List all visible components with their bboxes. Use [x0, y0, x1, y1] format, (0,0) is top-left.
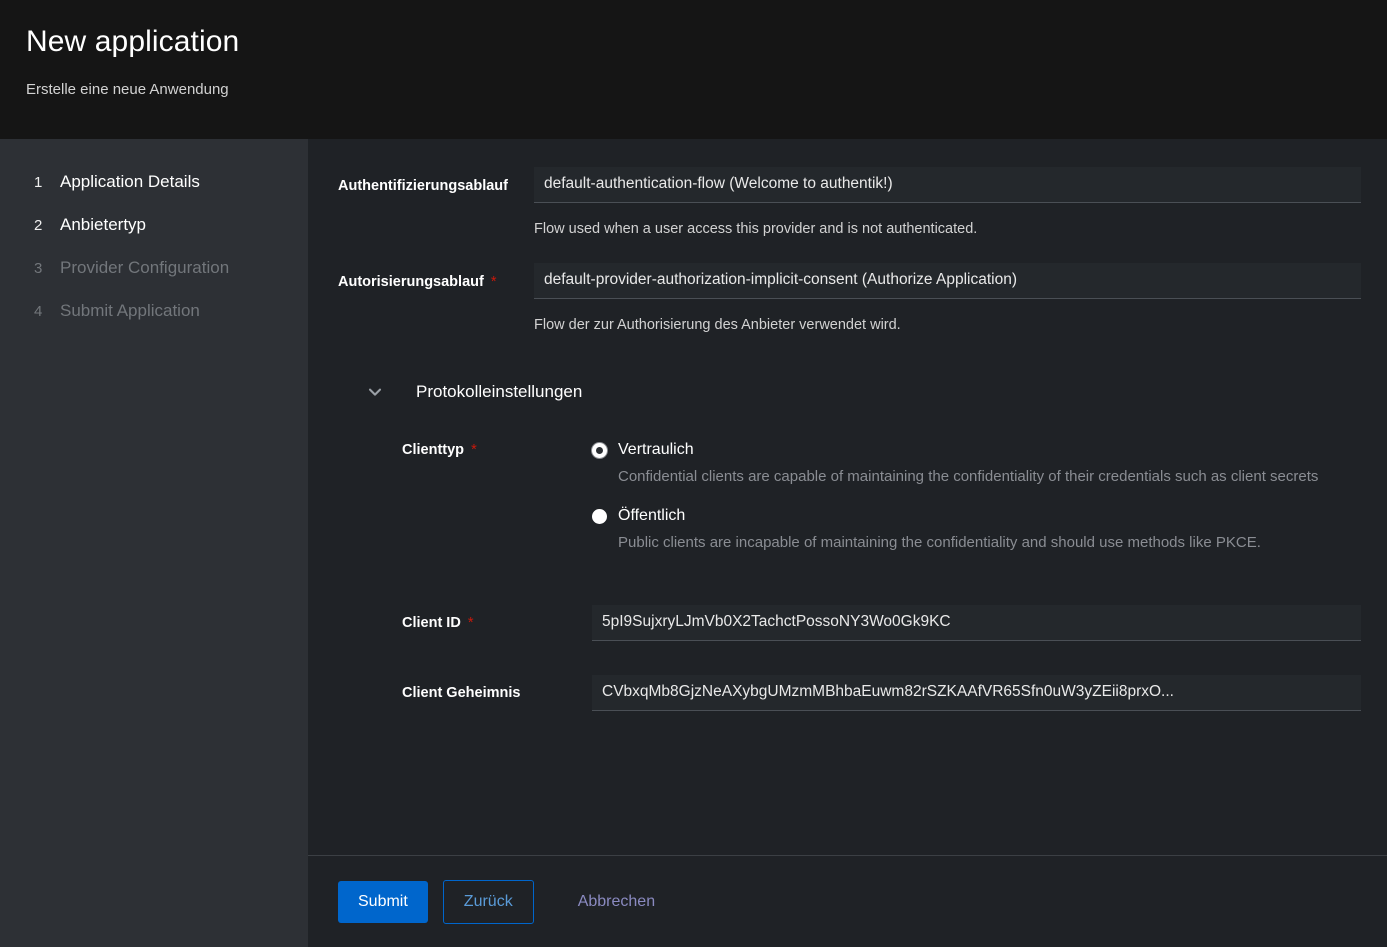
protocol-settings-toggle[interactable]: Protokolleinstellungen [338, 359, 1361, 409]
authorization-flow-label: Autorisierungsablauf * [338, 263, 534, 293]
field-client-secret: Client Geheimnis [402, 675, 1361, 711]
field-client-id: Client ID * [402, 605, 1361, 641]
back-button[interactable]: Zurück [442, 879, 534, 924]
radio-description: Public clients are incapable of maintain… [618, 534, 1261, 551]
wizard-main: Authentifizierungsablauf Flow used when … [308, 139, 1387, 947]
wizard-header: New application Erstelle eine neue Anwen… [0, 0, 1387, 139]
step-label: Anbietertyp [60, 215, 146, 234]
step-number: 1 [34, 174, 43, 191]
radio-option-vertraulich[interactable]: Vertraulich Confidential clients are cap… [592, 439, 1361, 491]
chevron-down-icon [366, 383, 384, 401]
step-number: 3 [34, 260, 43, 277]
client-type-label-text: Clienttyp [402, 442, 465, 458]
authorization-flow-help: Flow der zur Authorisierung des Anbieter… [534, 317, 901, 333]
protocol-settings-body: Clienttyp * Vertraulich Confidential cli… [338, 409, 1361, 711]
required-marker: * [471, 442, 477, 458]
cancel-button[interactable]: Abbrechen [572, 881, 661, 923]
wizard-body: 1 Application Details 2 Anbietertyp 3 Pr… [0, 139, 1387, 947]
authorization-flow-select[interactable] [534, 263, 1361, 299]
step-label: Application Details [60, 172, 200, 191]
client-type-label: Clienttyp * [402, 439, 592, 458]
step-label: Submit Application [60, 301, 200, 320]
client-id-label: Client ID * [402, 615, 592, 631]
page-subtitle: Erstelle eine neue Anwendung [26, 81, 229, 98]
wizard-step-nav: 1 Application Details 2 Anbietertyp 3 Pr… [0, 139, 308, 947]
radio-selected-icon[interactable] [592, 442, 607, 458]
authorization-flow-label-text: Autorisierungsablauf [338, 274, 484, 290]
step-number: 2 [34, 217, 43, 234]
authentication-flow-help: Flow used when a user access this provid… [534, 221, 978, 237]
page-title: New application [26, 25, 240, 58]
required-marker: * [490, 274, 497, 290]
client-secret-label: Client Geheimnis [402, 685, 521, 701]
protocol-settings-title: Protokolleinstellungen [416, 382, 583, 401]
step-label: Provider Configuration [60, 258, 230, 277]
field-client-type: Clienttyp * Vertraulich Confidential cli… [402, 439, 1361, 571]
radio-description: Confidential clients are capable of main… [618, 468, 1319, 485]
new-application-wizard: New application Erstelle eine neue Anwen… [0, 0, 1387, 947]
sidebar-item-provider-configuration: 3 Provider Configuration [0, 247, 308, 290]
client-secret-input[interactable] [592, 675, 1361, 711]
field-authentication-flow: Authentifizierungsablauf Flow used when … [338, 167, 1361, 239]
sidebar-item-anbietertyp[interactable]: 2 Anbietertyp [0, 204, 308, 247]
step-number: 4 [34, 303, 43, 320]
radio-option-oeffentlich[interactable]: Öffentlich Public clients are incapable … [592, 505, 1361, 557]
authentication-flow-select[interactable] [534, 167, 1361, 203]
submit-button[interactable]: Submit [338, 880, 428, 923]
radio-label: Vertraulich [618, 441, 694, 458]
provider-form: Authentifizierungsablauf Flow used when … [308, 139, 1387, 855]
wizard-footer: Submit Zurück Abbrechen [308, 855, 1387, 947]
radio-label: Öffentlich [618, 507, 686, 524]
sidebar-item-submit-application: 4 Submit Application [0, 290, 308, 333]
sidebar-item-application-details[interactable]: 1 Application Details [0, 161, 308, 204]
field-authorization-flow: Autorisierungsablauf * Flow der zur Auth… [338, 263, 1361, 335]
client-id-input[interactable] [592, 605, 1361, 641]
required-marker: * [467, 615, 474, 631]
authentication-flow-label: Authentifizierungsablauf [338, 178, 508, 194]
radio-unselected-icon[interactable] [592, 508, 607, 524]
client-id-label-text: Client ID [402, 615, 461, 631]
client-type-options: Vertraulich Confidential clients are cap… [592, 439, 1361, 571]
